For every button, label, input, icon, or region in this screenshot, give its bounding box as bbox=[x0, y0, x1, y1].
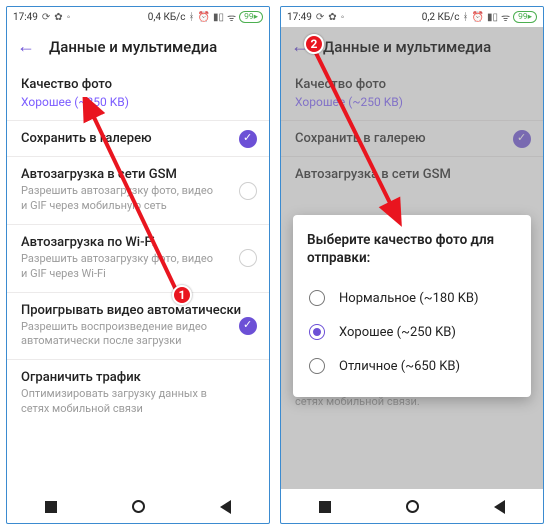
row-subtitle: Разрешить воспроизведение видео автомати… bbox=[21, 320, 255, 350]
battery-icon: 99▸ bbox=[239, 11, 263, 23]
option-label: Отличное (~650 KB) bbox=[339, 359, 460, 374]
wifi-icon: ᯤ bbox=[501, 10, 510, 24]
nav-back-icon[interactable] bbox=[220, 500, 231, 514]
row-label: Сохранить в галерею bbox=[295, 131, 529, 146]
toggle-off-icon[interactable] bbox=[239, 249, 257, 267]
app-icon: ◦ bbox=[341, 12, 345, 23]
battery-icon: 99▸ bbox=[513, 11, 537, 23]
nav-recent-icon[interactable] bbox=[45, 501, 57, 513]
option-label: Хорошее (~250 KB) bbox=[339, 325, 456, 340]
row-save-gallery[interactable]: Сохранить в галерею bbox=[7, 121, 269, 157]
signal-icon: ▮▯ bbox=[213, 12, 224, 23]
settings-list: Качество фото Хорошее (~250 KB) Сохранит… bbox=[7, 67, 269, 489]
back-arrow-icon[interactable]: ← bbox=[17, 38, 35, 56]
row-subtitle: Разрешить автозагрузку фото, видео и GIF… bbox=[21, 252, 255, 282]
alarm-icon: ⏰ bbox=[472, 12, 484, 23]
row-auto-gsm[interactable]: Автозагрузка в сети GSM Разрешить автоза… bbox=[7, 157, 269, 225]
row-label: Автозагрузка в сети GSM bbox=[21, 167, 255, 182]
annotation-badge-1: 1 bbox=[172, 285, 192, 305]
status-data-rate: 0,4 КБ/с bbox=[148, 12, 186, 23]
dialog-option-excellent[interactable]: Отличное (~650 KB) bbox=[307, 349, 517, 383]
sync-icon: ⟳ bbox=[316, 12, 324, 23]
toggle-on-icon[interactable] bbox=[239, 317, 257, 335]
row-label: Автозагрузка по Wi-Fi bbox=[21, 235, 255, 250]
status-bar: 17:49 ⟳ ✿ ◦ 0,2 КБ/с ᚼ ⏰ ▮▯ ᯤ 99▸ bbox=[281, 7, 543, 27]
page-title: Данные и мультимедиа bbox=[323, 38, 491, 56]
nav-recent-icon[interactable] bbox=[319, 501, 331, 513]
row-label: Качество фото bbox=[295, 77, 529, 92]
sync-icon: ⟳ bbox=[42, 12, 50, 23]
status-time: 17:49 bbox=[13, 12, 38, 23]
toggle-off-icon[interactable] bbox=[239, 182, 257, 200]
app-icon: ◦ bbox=[67, 12, 71, 23]
row-photo-quality[interactable]: Качество фото Хорошее (~250 KB) bbox=[7, 67, 269, 121]
row-subtitle: Оптимизировать загрузку данных в сетях м… bbox=[21, 387, 255, 417]
gear-icon: ✿ bbox=[328, 12, 336, 23]
row-auto-wifi[interactable]: Автозагрузка по Wi-Fi Разрешить автозагр… bbox=[7, 225, 269, 293]
row-auto-gsm: Автозагрузка в сети GSM bbox=[281, 157, 543, 192]
page-title: Данные и мультимедиа bbox=[49, 38, 217, 56]
dialog-title: Выберите качество фото для отправки: bbox=[307, 231, 517, 267]
row-value: Хорошее (~250 KB) bbox=[21, 94, 255, 110]
dialog-option-normal[interactable]: Нормальное (~180 KB) bbox=[307, 281, 517, 315]
row-label: Автозагрузка в сети GSM bbox=[295, 167, 529, 182]
phone-right: 17:49 ⟳ ✿ ◦ 0,2 КБ/с ᚼ ⏰ ▮▯ ᯤ 99▸ ← Данн… bbox=[280, 6, 544, 524]
radio-selected-icon[interactable] bbox=[309, 324, 325, 340]
toggle-on-icon[interactable] bbox=[239, 130, 257, 148]
title-bar: ← Данные и мультимедиа bbox=[7, 27, 269, 67]
dialog-option-good[interactable]: Хорошее (~250 KB) bbox=[307, 315, 517, 349]
row-label: Ограничить трафик bbox=[21, 370, 255, 385]
option-label: Нормальное (~180 KB) bbox=[339, 291, 479, 306]
gear-icon: ✿ bbox=[54, 12, 62, 23]
nav-bar bbox=[7, 489, 269, 523]
bluetooth-icon: ᚼ bbox=[189, 12, 195, 23]
status-bar: 17:49 ⟳ ✿ ◦ 0,4 КБ/с ᚼ ⏰ ▮▯ ᯤ 99▸ bbox=[7, 7, 269, 27]
status-data-rate: 0,2 КБ/с bbox=[422, 12, 460, 23]
radio-icon[interactable] bbox=[309, 290, 325, 306]
nav-back-icon[interactable] bbox=[494, 500, 505, 514]
nav-home-icon[interactable] bbox=[132, 500, 145, 513]
row-label: Проигрывать видео автоматически bbox=[21, 303, 255, 318]
phone-left: 17:49 ⟳ ✿ ◦ 0,4 КБ/с ᚼ ⏰ ▮▯ ᯤ 99▸ ← Данн… bbox=[6, 6, 270, 524]
nav-bar bbox=[281, 489, 543, 523]
row-label: Сохранить в галерею bbox=[21, 131, 255, 146]
radio-icon[interactable] bbox=[309, 358, 325, 374]
row-limit-traffic[interactable]: Ограничить трафик Оптимизировать загрузк… bbox=[7, 360, 269, 427]
row-photo-quality: Качество фото Хорошее (~250 KB) bbox=[281, 67, 543, 121]
toggle-on-icon bbox=[513, 130, 531, 148]
status-time: 17:49 bbox=[287, 12, 312, 23]
photo-quality-dialog: Выберите качество фото для отправки: Нор… bbox=[293, 215, 531, 397]
row-autoplay[interactable]: Проигрывать видео автоматически Разрешит… bbox=[7, 293, 269, 361]
alarm-icon: ⏰ bbox=[198, 12, 210, 23]
row-save-gallery: Сохранить в галерею bbox=[281, 121, 543, 157]
wifi-icon: ᯤ bbox=[227, 10, 236, 24]
annotation-badge-2: 2 bbox=[304, 34, 324, 54]
row-value: Хорошее (~250 KB) bbox=[295, 94, 529, 110]
bluetooth-icon: ᚼ bbox=[463, 12, 469, 23]
row-label: Качество фото bbox=[21, 77, 255, 92]
nav-home-icon[interactable] bbox=[406, 500, 419, 513]
signal-icon: ▮▯ bbox=[487, 12, 498, 23]
row-subtitle: Разрешить автозагрузку фото, видео и GIF… bbox=[21, 184, 255, 214]
annotation-arrow-2 bbox=[301, 37, 421, 227]
